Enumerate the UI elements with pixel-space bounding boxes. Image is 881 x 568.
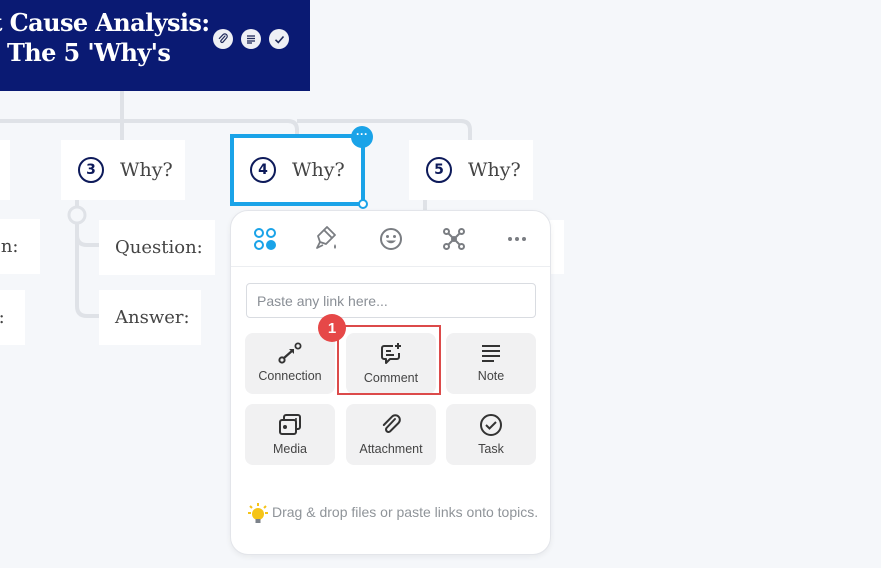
topic-more-options-icon[interactable]: ··· xyxy=(351,126,373,148)
task-icon xyxy=(480,414,502,436)
note-icon[interactable] xyxy=(241,29,261,49)
link-input[interactable] xyxy=(246,283,536,318)
button-label: Note xyxy=(477,369,505,383)
button-label: Attachment xyxy=(359,442,423,456)
connection-button[interactable]: Connection xyxy=(245,333,335,394)
attachment-icon xyxy=(382,414,401,433)
root-topic[interactable]: ot Cause Analysis: The 5 'Why's xyxy=(0,0,310,91)
topic-answer[interactable]: Answer: xyxy=(99,290,201,345)
topic-why-5[interactable]: 5 Why? xyxy=(409,140,533,200)
topic-answer-partial[interactable]: r: xyxy=(0,290,25,345)
number-badge-icon: 5 xyxy=(426,157,452,183)
paint-brush-icon[interactable] xyxy=(313,225,341,253)
topic-why-2-partial[interactable] xyxy=(0,140,10,200)
topic-label: Why? xyxy=(468,159,521,181)
button-label: Task xyxy=(478,442,504,456)
topic-label: r: xyxy=(0,307,5,328)
number-badge-icon: 4 xyxy=(250,157,276,183)
attachment-icon[interactable] xyxy=(213,29,233,49)
annotation-highlight-box xyxy=(337,325,441,395)
topic-label: Question: xyxy=(115,237,203,258)
structure-icon[interactable] xyxy=(440,225,468,253)
mindmap-canvas[interactable]: ot Cause Analysis: The 5 'Why's on: r: 3… xyxy=(0,0,881,568)
more-icon[interactable] xyxy=(503,225,531,253)
sticker-emoji-icon[interactable] xyxy=(377,225,405,253)
connector-question xyxy=(75,234,100,247)
task-check-icon[interactable] xyxy=(269,29,289,49)
insert-icon[interactable] xyxy=(251,225,279,253)
topic-why-3[interactable]: 3 Why? xyxy=(61,140,185,200)
media-button[interactable]: Media xyxy=(245,404,335,465)
tip-text: Drag & drop files or paste links onto to… xyxy=(272,504,539,520)
root-title-line1: ot Cause Analysis: xyxy=(0,8,210,37)
attachment-button[interactable]: Attachment xyxy=(346,404,436,465)
connection-icon xyxy=(278,342,302,364)
annotation-step-badge: 1 xyxy=(318,314,346,342)
lightbulb-icon xyxy=(248,503,268,523)
resize-handle[interactable] xyxy=(358,199,368,209)
topic-question[interactable]: Question: xyxy=(99,220,215,275)
button-label: Media xyxy=(272,442,308,456)
topic-why-4-selected[interactable]: 4 Why? xyxy=(230,134,365,206)
number-badge-icon: 3 xyxy=(78,157,104,183)
root-title: ot Cause Analysis: The 5 'Why's xyxy=(0,8,210,68)
root-title-line2: The 5 'Why's xyxy=(7,38,171,67)
button-label: Connection xyxy=(258,369,322,383)
topic-question-partial[interactable]: on: xyxy=(0,219,40,274)
note-button[interactable]: Note xyxy=(446,333,536,394)
topic-label: on: xyxy=(0,236,19,257)
topic-label: Why? xyxy=(120,159,173,181)
note-icon xyxy=(482,345,500,362)
topic-label: Answer: xyxy=(115,307,190,328)
topic-label: Why? xyxy=(292,159,345,181)
popup-tabs xyxy=(231,211,550,267)
collapse-handle xyxy=(67,205,87,225)
drag-drop-tip: Drag & drop files or paste links onto to… xyxy=(244,501,544,528)
media-icon xyxy=(279,414,301,435)
root-topic-markers xyxy=(213,29,289,49)
task-button[interactable]: Task xyxy=(446,404,536,465)
